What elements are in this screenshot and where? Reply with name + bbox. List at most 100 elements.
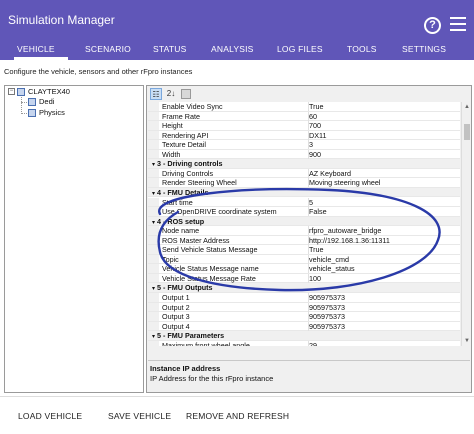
save-vehicle-button[interactable]: SAVE VEHICLE <box>108 411 171 421</box>
property-value[interactable]: 3 <box>308 140 458 150</box>
title-bar: Simulation Manager ? <box>0 0 474 38</box>
active-tab-indicator <box>14 57 68 60</box>
row-gutter <box>148 226 159 235</box>
grid-property-row[interactable]: Send Vehicle Status Message True <box>148 245 460 255</box>
grid-category-row[interactable]: ▾ 4 - ROS setup <box>148 216 460 227</box>
grid-property-row[interactable]: Output 3 905975373 <box>148 312 460 322</box>
property-value[interactable]: vehicle_status <box>308 264 458 274</box>
tab-log-files[interactable]: LOG FILES <box>277 44 323 54</box>
hamburger-menu-icon[interactable] <box>450 17 466 31</box>
row-gutter <box>148 149 159 159</box>
grid-property-row[interactable]: Node name rfpro_autoware_bridge <box>148 226 460 236</box>
grid-property-row[interactable]: Use OpenDRIVE coordinate system False <box>148 207 460 217</box>
property-value[interactable]: http://192.168.1.36:11311 <box>308 235 458 245</box>
property-value[interactable]: 905975373 <box>308 312 458 322</box>
grid-scrollbar[interactable]: ▲ ▼ <box>461 102 471 346</box>
grid-property-row[interactable]: Texture Detail 3 <box>148 140 460 150</box>
grid-property-row[interactable]: Vehicle Status Message name vehicle_statu… <box>148 264 460 274</box>
grid-property-row[interactable]: Frame Rate 60 <box>148 111 460 122</box>
row-gutter <box>148 273 159 283</box>
category-name: 4 - ROS setup <box>157 216 205 226</box>
property-value[interactable]: 29 <box>308 340 458 346</box>
row-gutter <box>148 321 159 331</box>
grid-property-row[interactable]: Height 700 <box>148 121 460 131</box>
grid-category-row[interactable]: ▾ 3 - Driving controls <box>148 159 460 169</box>
grid-category-row[interactable]: ▾ 4 - FMU Details <box>148 187 460 198</box>
categorized-icon[interactable]: ☷ <box>150 88 162 100</box>
property-value[interactable]: vehicle_cmd <box>308 254 458 264</box>
property-value[interactable]: True <box>308 102 458 111</box>
property-name: Use OpenDRIVE coordinate system <box>162 207 277 217</box>
question-circle-icon[interactable]: ? <box>424 17 441 34</box>
scroll-up-icon[interactable]: ▲ <box>463 103 471 111</box>
scroll-thumb[interactable] <box>464 124 470 140</box>
grid-property-row[interactable]: Width 900 <box>148 149 460 160</box>
grid-property-row[interactable]: ROS Master Address http://192.168.1.36:11… <box>148 235 460 246</box>
grid-property-row[interactable]: Output 4 905975373 <box>148 321 460 332</box>
row-gutter <box>148 312 159 321</box>
tab-scenario[interactable]: SCENARIO <box>85 44 131 54</box>
row-gutter <box>148 178 159 187</box>
tab-tools[interactable]: TOOLS <box>347 44 377 54</box>
property-grid[interactable]: Enable Video Sync True Frame Rate 60 Height 7… <box>148 102 460 346</box>
property-value[interactable]: AZ Keyboard <box>308 168 458 178</box>
property-name: ROS Master Address <box>162 235 230 245</box>
grid-property-row[interactable]: Output 1 905975373 <box>148 293 460 303</box>
property-value[interactable]: 905975373 <box>308 302 458 312</box>
tab-settings[interactable]: SETTINGS <box>402 44 446 54</box>
grid-property-row[interactable]: Vehicle Status Message Rate 100 <box>148 273 460 284</box>
property-name: Topic <box>162 254 179 264</box>
grid-category-row[interactable]: ▾ 5 - FMU Parameters <box>148 331 460 341</box>
property-name: Vehicle Status Message name <box>162 264 259 274</box>
tab-vehicle[interactable]: VEHICLE <box>17 44 55 54</box>
property-name: Frame Rate <box>162 111 200 121</box>
property-name: Output 4 <box>162 321 190 331</box>
property-value[interactable]: False <box>308 207 458 217</box>
property-value[interactable]: 100 <box>308 273 458 283</box>
property-value[interactable]: 5 <box>308 197 458 207</box>
property-name: Node name <box>162 226 200 236</box>
property-name: Output 2 <box>162 302 190 312</box>
property-value[interactable]: DX11 <box>308 130 458 140</box>
tree-node-physics[interactable]: Physics <box>28 108 65 117</box>
page-subtitle: Configure the vehicle, sensors and other… <box>4 67 193 76</box>
grid-property-row[interactable]: Render Steering Wheel Moving steering whe… <box>148 178 460 188</box>
remove-and-refresh-button[interactable]: REMOVE AND REFRESH <box>186 411 289 421</box>
row-gutter <box>148 168 159 178</box>
grid-property-row[interactable]: Enable Video Sync True <box>148 102 460 112</box>
description-title: Instance IP address <box>150 364 221 373</box>
sort-alphabetical-icon[interactable]: 2↓ <box>165 88 177 100</box>
grid-property-row[interactable]: Start time 5 <box>148 197 460 208</box>
grid-category-row[interactable]: ▾ 5 - FMU Outputs <box>148 283 460 293</box>
grid-property-row[interactable]: Output 2 905975373 <box>148 302 460 313</box>
grid-property-row[interactable]: Topic vehicle_cmd <box>148 254 460 265</box>
property-pages-icon[interactable] <box>181 89 191 99</box>
row-gutter <box>148 102 159 111</box>
property-value[interactable]: rfpro_autoware_bridge <box>308 226 458 236</box>
instance-tree[interactable]: − CLAYTEX40 Dedi Physics <box>4 85 144 393</box>
property-value[interactable]: 900 <box>308 149 458 159</box>
grid-property-row[interactable]: Maximum front wheel angle 29 <box>148 340 460 346</box>
collapse-icon[interactable]: − <box>8 88 15 95</box>
property-name: Send Vehicle Status Message <box>162 245 258 255</box>
grid-property-row[interactable]: Rendering API DX11 <box>148 130 460 141</box>
property-value[interactable]: True <box>308 245 458 255</box>
property-value[interactable]: Moving steering wheel <box>308 178 458 188</box>
tab-status[interactable]: STATUS <box>153 44 186 54</box>
tab-analysis[interactable]: ANALYSIS <box>211 44 254 54</box>
load-vehicle-button[interactable]: LOAD VEHICLE <box>18 411 82 421</box>
instance-icon <box>28 97 36 106</box>
tree-node-dedi[interactable]: Dedi <box>28 97 54 106</box>
property-value[interactable]: 60 <box>308 111 458 121</box>
row-gutter <box>148 140 159 149</box>
category-name: 4 - FMU Details <box>157 187 209 197</box>
property-value[interactable]: 700 <box>308 121 458 131</box>
row-gutter <box>148 254 159 264</box>
property-name: Texture Detail <box>162 140 206 150</box>
row-gutter <box>148 245 159 254</box>
scroll-down-icon[interactable]: ▼ <box>463 337 471 345</box>
tree-node-root[interactable]: − CLAYTEX40 <box>8 87 70 96</box>
property-value[interactable]: 905975373 <box>308 321 458 331</box>
grid-property-row[interactable]: Driving Controls AZ Keyboard <box>148 168 460 179</box>
property-value[interactable]: 905975373 <box>308 293 458 302</box>
